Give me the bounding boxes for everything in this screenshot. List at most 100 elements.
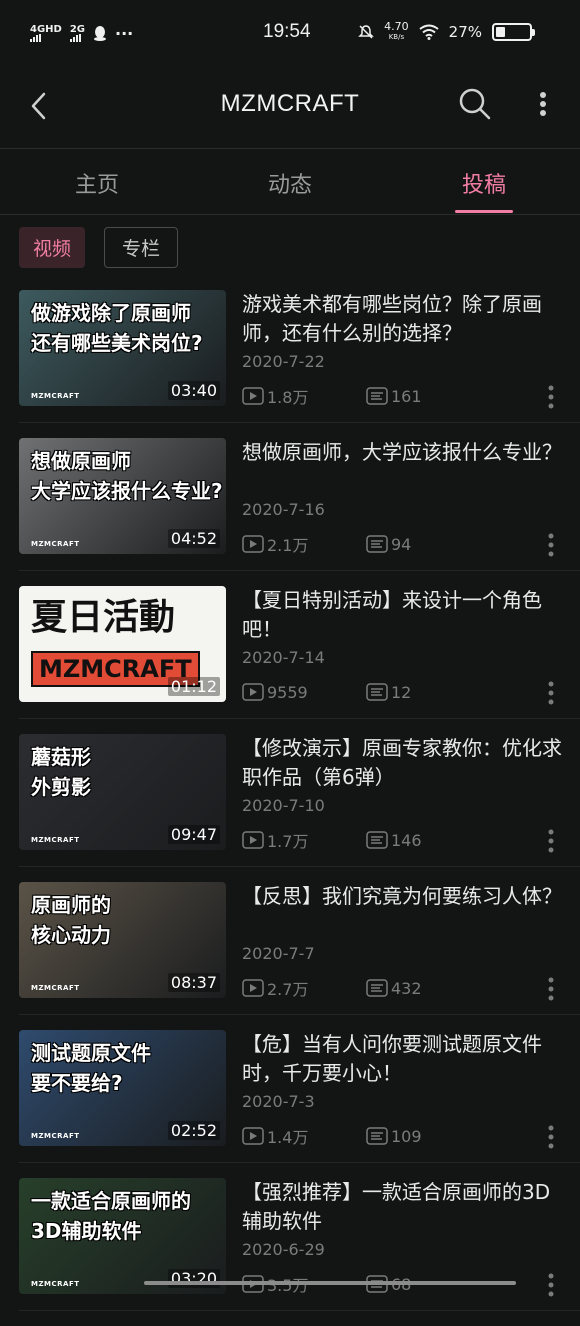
video-duration: 01:12: [167, 677, 220, 696]
video-more-button[interactable]: [541, 678, 561, 708]
view-count-value: 1.4万: [267, 1128, 309, 1147]
video-thumbnail[interactable]: 一款适合原画师的 3D辅助软件 MZMCRAFT 03:20: [19, 1178, 226, 1294]
thumbnail-caption: 夏日活動 MZMCRAFT: [31, 594, 200, 690]
search-button[interactable]: [455, 84, 495, 124]
video-thumbnail[interactable]: 蘑菇形 外剪影 MZMCRAFT 09:47: [19, 734, 226, 850]
danmaku-icon: [366, 831, 388, 849]
danmaku-icon: [366, 683, 388, 701]
comment-count-value: 161: [391, 386, 422, 406]
thumbnail-logo: MZMCRAFT: [31, 392, 80, 400]
view-count: 1.8万: [242, 384, 366, 408]
video-duration: 02:52: [167, 1121, 220, 1140]
video-more-button[interactable]: [541, 530, 561, 560]
thumbnail-line-1: 测试题原文件: [31, 1041, 151, 1065]
comment-count-value: 12: [391, 682, 412, 702]
mute-bell-icon: [358, 25, 374, 39]
play-count-icon: [242, 831, 264, 849]
thumbnail-line-1: 夏日活動: [31, 597, 176, 638]
video-thumbnail[interactable]: 原画师的 核心动力 MZMCRAFT 08:37: [19, 882, 226, 998]
video-more-button[interactable]: [541, 826, 561, 856]
view-count: 9559: [242, 683, 366, 702]
item-divider: [19, 570, 580, 571]
comment-count-value: 432: [391, 978, 422, 998]
video-thumbnail[interactable]: 想做原画师 大学应该报什么专业? MZMCRAFT 04:52: [19, 438, 226, 554]
more-vertical-icon: [540, 92, 546, 116]
speed-value: 4.70: [384, 20, 409, 33]
comment-count: 432: [366, 979, 422, 998]
video-date: 2020-7-14: [242, 648, 325, 667]
item-divider: [19, 1310, 580, 1311]
video-duration: 03:40: [167, 381, 220, 400]
video-date: 2020-7-22: [242, 352, 325, 371]
video-thumbnail[interactable]: 夏日活動 MZMCRAFT 01:12: [19, 586, 226, 702]
comment-count-value: 109: [391, 1126, 422, 1146]
thumbnail-logo: MZMCRAFT: [31, 1280, 80, 1288]
thumbnail-line-1: 做游戏除了原画师: [31, 301, 191, 325]
video-title[interactable]: 游戏美术都有哪些岗位？除了原画师，还有什么别的选择？: [242, 290, 562, 348]
danmaku-icon: [366, 387, 388, 405]
danmaku-icon: [366, 979, 388, 997]
video-more-button[interactable]: [541, 1122, 561, 1152]
more-vertical-icon: [548, 1273, 554, 1297]
comment-count: 161: [366, 387, 422, 406]
view-count: 2.1万: [242, 532, 366, 556]
video-thumbnail[interactable]: 做游戏除了原画师 还有哪些美术岗位? MZMCRAFT 03:40: [19, 290, 226, 406]
video-more-button[interactable]: [541, 974, 561, 1004]
tab-uploads[interactable]: 投稿: [434, 167, 534, 199]
filter-column[interactable]: 专栏: [104, 227, 179, 268]
danmaku-icon: [366, 1127, 388, 1145]
thumbnail-line-2: 3D辅助软件: [31, 1219, 142, 1243]
video-stats: 9559 12: [242, 681, 411, 703]
thumbnail-line-1: 想做原画师: [31, 449, 131, 473]
status-left: 4GHD 2G ···: [30, 24, 230, 43]
thumbnail-line-1: 一款适合原画师的: [31, 1189, 191, 1213]
video-title[interactable]: 想做原画师，大学应该报什么专业？: [242, 438, 562, 467]
video-title[interactable]: 【修改演示】原画专家教你：优化求职作品（第6弹）: [242, 734, 562, 792]
video-item[interactable]: 原画师的 核心动力 MZMCRAFT 08:37 【反思】我们究竟为何要练习人体…: [0, 882, 580, 1030]
video-item[interactable]: 测试题原文件 要不要给? MZMCRAFT 02:52 【危】当有人问你要测试题…: [0, 1030, 580, 1178]
video-stats: 1.7万 146: [242, 829, 422, 851]
danmaku-icon: [366, 535, 388, 553]
video-item[interactable]: 蘑菇形 外剪影 MZMCRAFT 09:47 【修改演示】原画专家教你：优化求职…: [0, 734, 580, 882]
filter-video[interactable]: 视频: [19, 227, 86, 268]
video-stats: 1.4万 109: [242, 1125, 422, 1147]
video-duration: 08:37: [167, 973, 220, 992]
battery-icon: [492, 23, 535, 41]
view-count: 2.7万: [242, 976, 366, 1000]
item-divider: [19, 866, 580, 867]
play-count-icon: [242, 979, 264, 997]
video-date: 2020-7-16: [242, 500, 325, 519]
more-vertical-icon: [548, 681, 554, 705]
video-duration: 03:20: [167, 1269, 220, 1288]
video-item[interactable]: 想做原画师 大学应该报什么专业? MZMCRAFT 04:52 想做原画师，大学…: [0, 438, 580, 586]
view-count: 1.4万: [242, 1124, 366, 1148]
thumbnail-caption: 蘑菇形 外剪影: [31, 742, 91, 802]
thumbnail-caption: 测试题原文件 要不要给?: [31, 1038, 151, 1098]
item-divider: [19, 1162, 580, 1163]
video-title[interactable]: 【强烈推荐】一款适合原画师的3D辅助软件: [242, 1178, 562, 1236]
video-item[interactable]: 一款适合原画师的 3D辅助软件 MZMCRAFT 03:20 【强烈推荐】一款适…: [0, 1178, 580, 1326]
video-item[interactable]: 做游戏除了原画师 还有哪些美术岗位? MZMCRAFT 03:40 游戏美术都有…: [0, 290, 580, 438]
tab-dynamics[interactable]: 动态: [240, 167, 340, 199]
video-item[interactable]: 夏日活動 MZMCRAFT 01:12 【夏日特别活动】来设计一个角色吧！ 20…: [0, 586, 580, 734]
thumbnail-line-1: 蘑菇形: [31, 745, 91, 769]
thumbnail-caption: 原画师的 核心动力: [31, 890, 111, 950]
video-title[interactable]: 【危】当有人问你要测试题原文件时，千万要小心！: [242, 1030, 562, 1088]
thumbnail-logo: MZMCRAFT: [31, 984, 80, 992]
battery-fill: [496, 27, 505, 37]
home-indicator[interactable]: [144, 1281, 516, 1285]
status-bar: 4GHD 2G ··· 19:54 4.70 KB/s 27%: [0, 0, 580, 66]
video-thumbnail[interactable]: 测试题原文件 要不要给? MZMCRAFT 02:52: [19, 1030, 226, 1146]
more-options-button[interactable]: [528, 86, 558, 122]
search-icon: [459, 88, 491, 120]
view-count-value: 1.7万: [267, 832, 309, 851]
video-stats: 2.7万 432: [242, 977, 422, 999]
comment-count-value: 94: [391, 534, 412, 554]
video-title[interactable]: 【夏日特别活动】来设计一个角色吧！: [242, 586, 562, 644]
video-date: 2020-6-29: [242, 1240, 325, 1259]
video-more-button[interactable]: [541, 1270, 561, 1300]
video-title[interactable]: 【反思】我们究竟为何要练习人体？: [242, 882, 562, 911]
tab-home[interactable]: 主页: [47, 167, 147, 199]
tabs-divider: [0, 214, 580, 215]
video-more-button[interactable]: [541, 382, 561, 412]
